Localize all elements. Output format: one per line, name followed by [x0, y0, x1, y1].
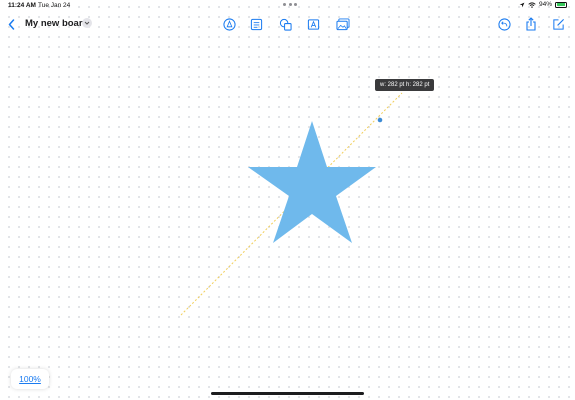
zoom-level-button[interactable]: 100%	[11, 369, 49, 389]
star-shape[interactable]	[248, 121, 376, 243]
size-tooltip: w: 282 pt h: 282 pt	[375, 79, 435, 91]
home-indicator[interactable]	[211, 392, 364, 395]
resize-handle[interactable]	[377, 117, 383, 123]
canvas-layer	[180, 92, 403, 316]
